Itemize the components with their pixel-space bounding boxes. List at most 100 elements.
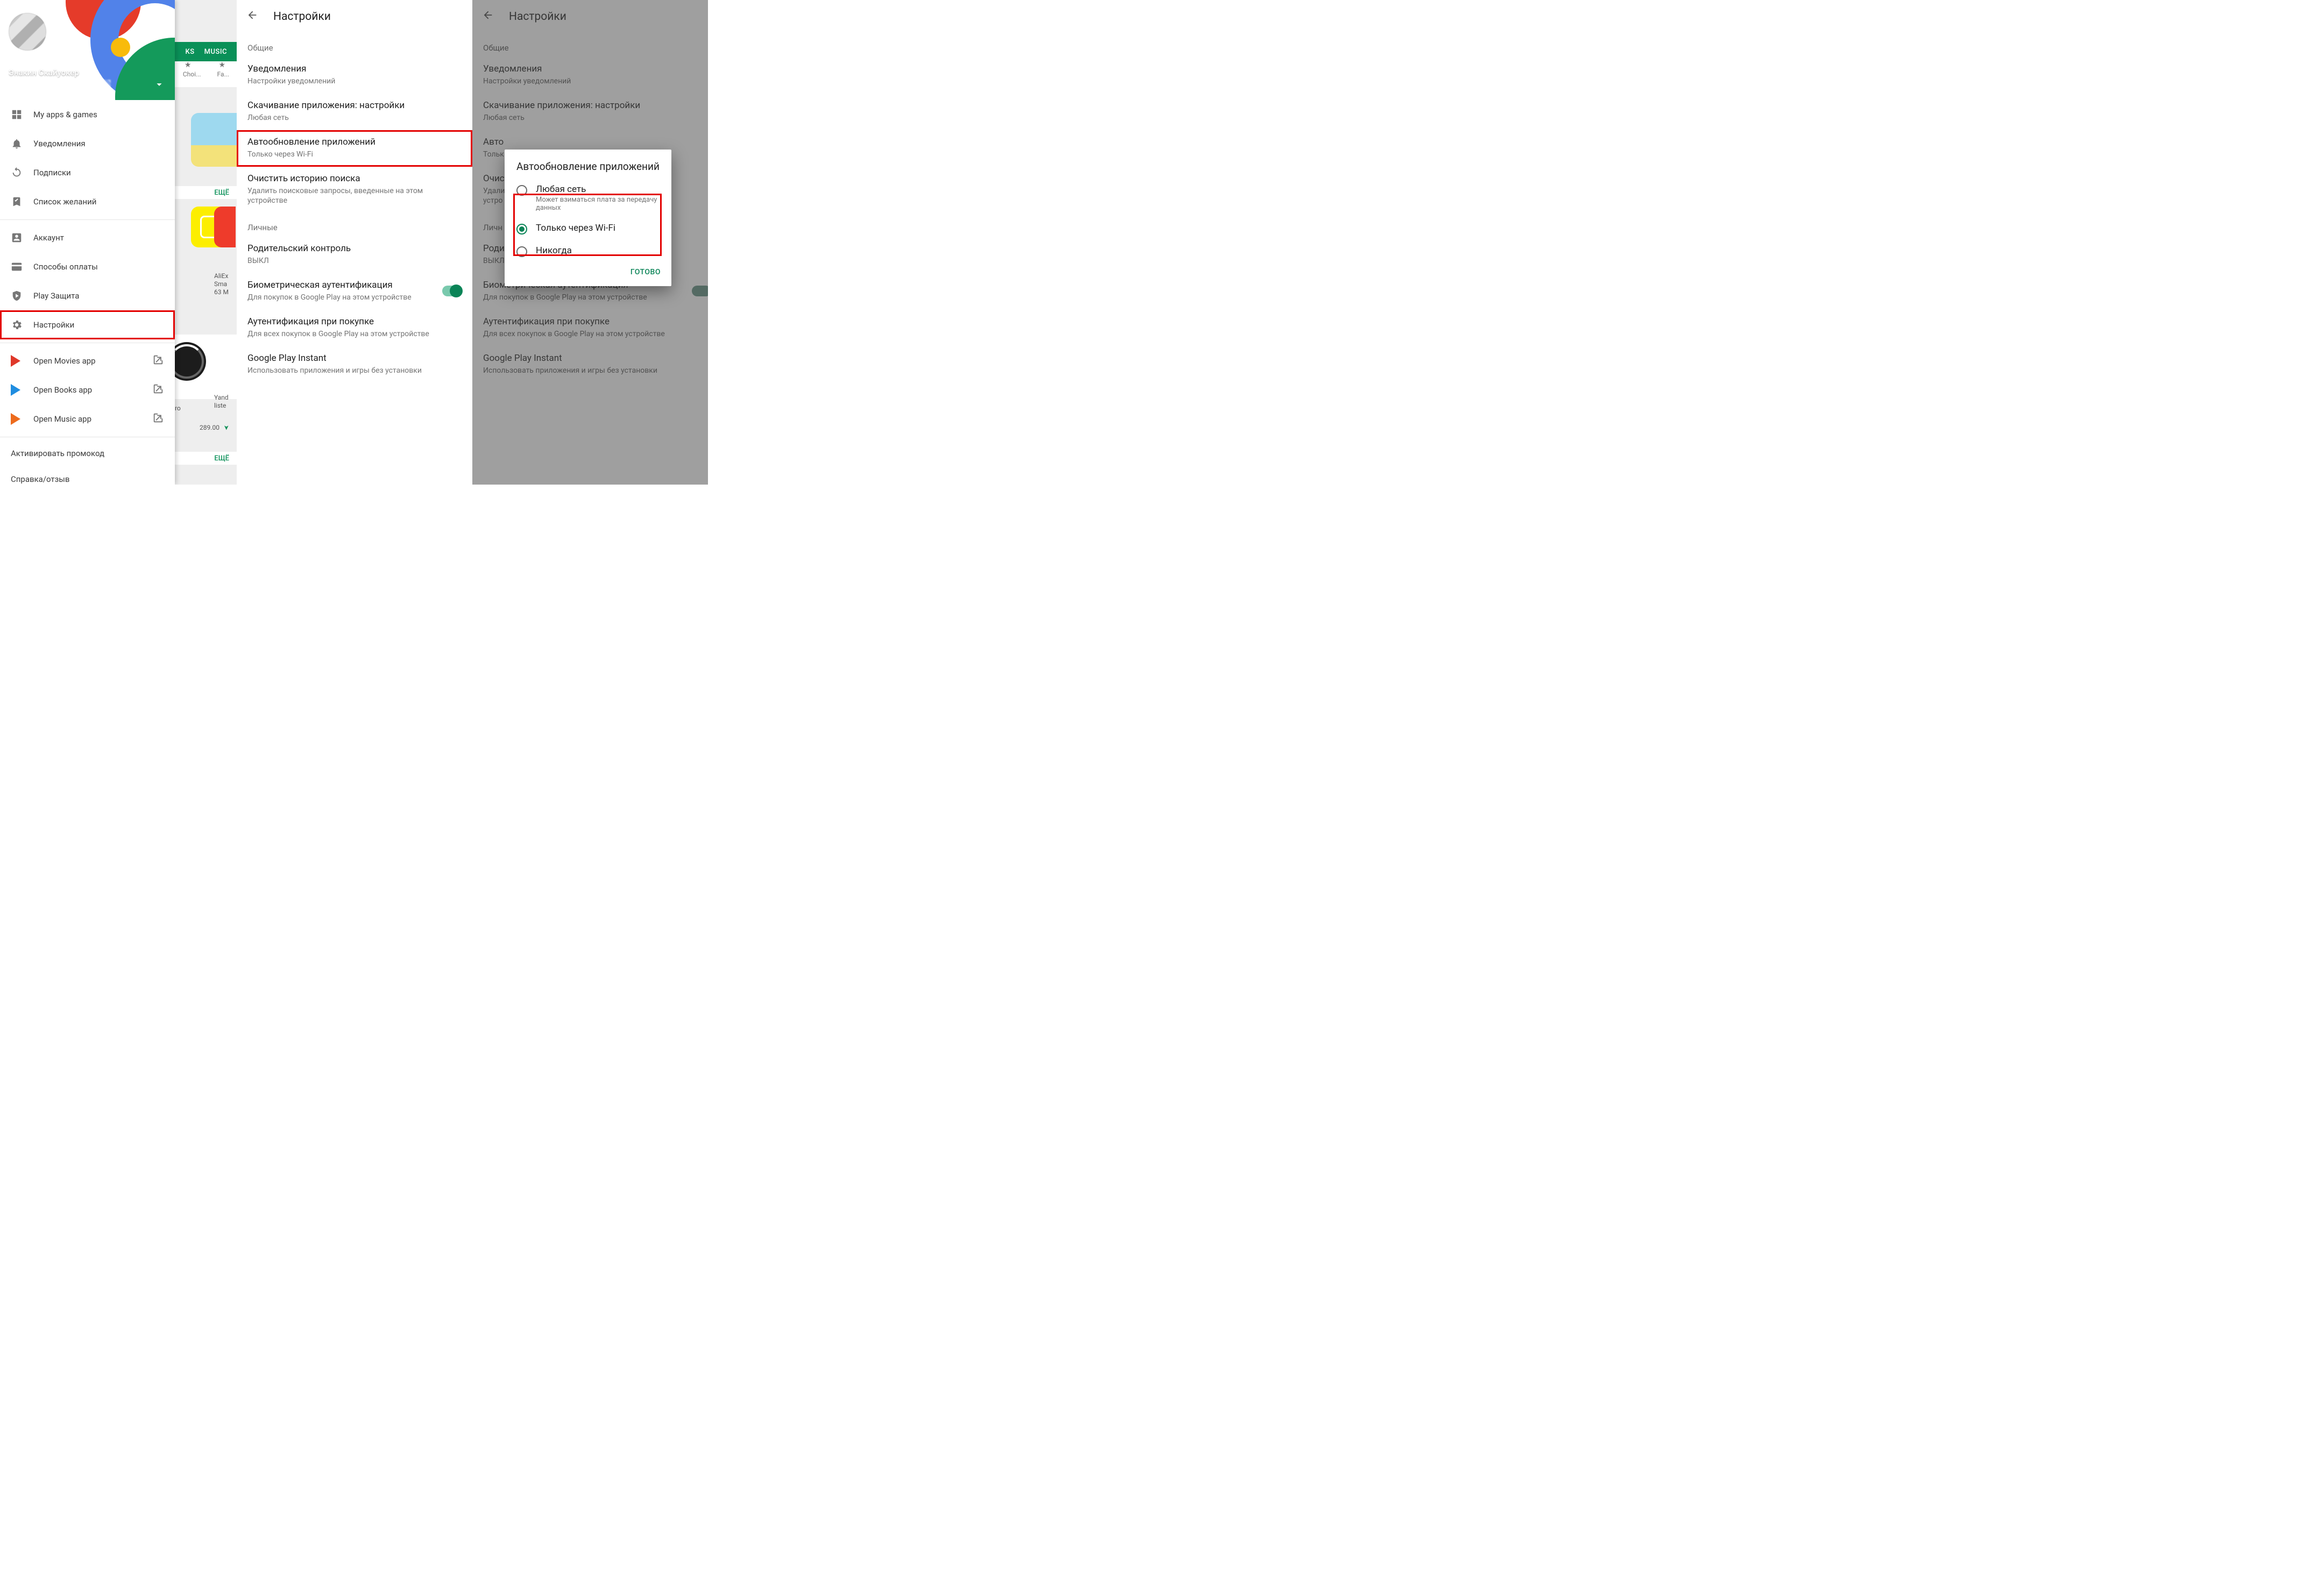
open-external-icon — [152, 354, 164, 368]
drawer-item-music[interactable]: Open Music app — [0, 404, 175, 433]
loading-thumbnail[interactable] — [175, 335, 237, 399]
drawer-item-subscriptions[interactable]: Подписки — [0, 158, 175, 187]
install-icon[interactable]: ➤ — [223, 425, 230, 430]
option-never[interactable]: Никогда — [505, 240, 671, 262]
yandex-label: Yand liste — [214, 394, 229, 410]
avatar[interactable] — [9, 13, 46, 51]
item-title: Аутентификация при покупке — [247, 316, 462, 327]
section-more-1[interactable]: ЕЩЁ — [175, 186, 237, 199]
item-title: Очистить историю поиска — [247, 173, 462, 184]
account-icon — [11, 232, 33, 244]
drawer-item-payment[interactable]: Способы оплаты — [0, 252, 175, 281]
open-external-icon — [152, 383, 164, 397]
user-email-blurred — [9, 80, 111, 87]
shield-play-icon — [11, 290, 33, 302]
section-personal: Личные — [237, 213, 472, 237]
open-external-icon — [152, 412, 164, 426]
item-title: Биометрическая аутентификация — [247, 280, 442, 290]
radio-unchecked-icon — [516, 185, 527, 196]
play-music-icon — [11, 413, 33, 425]
play-books-icon — [11, 384, 33, 396]
item-title: Скачивание приложения: настройки — [247, 100, 462, 111]
drawer-label: My apps & games — [33, 110, 97, 119]
drawer-label: Способы оплаты — [33, 262, 98, 272]
drawer-item-settings[interactable]: Настройки — [0, 310, 175, 339]
item-subtitle: Для всех покупок в Google Play на этом у… — [247, 329, 462, 339]
family[interactable]: Fa... — [217, 70, 229, 78]
price-value: 289.00 — [200, 424, 219, 431]
item-title: Уведомления — [247, 63, 462, 74]
settings-biometric[interactable]: Биометрическая аутентификация Для покупо… — [237, 273, 472, 310]
refresh-icon — [11, 167, 33, 179]
settings-download-pref[interactable]: Скачивание приложения: настройки Любая с… — [237, 94, 472, 130]
editors-choice[interactable]: Choi... — [183, 70, 201, 78]
settings-notifications[interactable]: Уведомления Настройки уведомлений — [237, 57, 472, 94]
drawer-item-books[interactable]: Open Books app — [0, 375, 175, 404]
drawer-item-wishlist[interactable]: Список желаний — [0, 187, 175, 216]
drawer-label: Справка/отзыв — [11, 474, 69, 484]
option-wifi-only[interactable]: Только через Wi-Fi — [505, 217, 671, 240]
option-sublabel: Может взиматься плата за передачу данных — [536, 196, 660, 212]
header: Настройки — [237, 0, 472, 33]
drawer-item-myapps[interactable]: My apps & games — [0, 100, 175, 129]
drawer-item-account[interactable]: Аккаунт — [0, 223, 175, 252]
option-label: Никогда — [536, 245, 660, 256]
drawer-label: Open Books app — [33, 385, 92, 395]
radio-unchecked-icon — [516, 246, 527, 257]
item-title: Google Play Instant — [247, 353, 462, 364]
dialog-done-button[interactable]: ГОТОВО — [505, 262, 671, 282]
store-subtabs: Choi... Fa... — [175, 61, 237, 87]
chevron-down-icon[interactable] — [153, 79, 165, 93]
item-subtitle: Настройки уведомлений — [247, 76, 462, 86]
section-more-2[interactable]: ЕЩЁ — [175, 452, 237, 465]
gear-icon — [11, 319, 33, 331]
nav-drawer: Энакин Скайуокер My apps & games Уведомл… — [0, 0, 175, 485]
item-title: Автообновление приложений — [247, 137, 462, 147]
bell-icon — [11, 138, 33, 150]
screenshot-dialog: Настройки Общие Уведомления Настройки ув… — [472, 0, 708, 485]
drawer-label: Open Movies app — [33, 356, 96, 366]
store-tabs: KS MUSIC — [175, 42, 237, 61]
drawer-item-protect[interactable]: Play Защита — [0, 281, 175, 310]
item-subtitle: Только через Wi-Fi — [247, 150, 462, 159]
page-title: Настройки — [273, 10, 331, 23]
drawer-label: Аккаунт — [33, 233, 64, 243]
back-arrow-icon[interactable] — [246, 9, 258, 24]
drawer-item-movies[interactable]: Open Movies app — [0, 346, 175, 375]
play-movies-icon — [11, 355, 33, 367]
auto-update-dialog: Автообновление приложений Любая сеть Мож… — [505, 150, 671, 286]
screenshot-settings: Настройки Общие Уведомления Настройки ув… — [237, 0, 472, 485]
tab-music[interactable]: MUSIC — [204, 48, 227, 56]
drawer-label: Уведомления — [33, 139, 86, 148]
option-label: Только через Wi-Fi — [536, 223, 660, 233]
aliexpress-label: AliEx Sma 63 M — [214, 272, 229, 296]
tab-ks[interactable]: KS — [185, 48, 194, 56]
drawer-item-notifications[interactable]: Уведомления — [0, 129, 175, 158]
drawer-item-help[interactable]: Справка/отзыв — [0, 466, 175, 485]
dialog-title: Автообновление приложений — [505, 160, 671, 179]
drawer-list: My apps & games Уведомления Подписки Спи… — [0, 100, 175, 485]
settings-purchase-auth[interactable]: Аутентификация при покупке Для всех поку… — [237, 310, 472, 346]
section-general: Общие — [237, 33, 472, 57]
settings-clear-search[interactable]: Очистить историю поиска Удалить поисковы… — [237, 167, 472, 213]
bookmark-icon — [11, 196, 33, 208]
app-thumbnail[interactable] — [191, 113, 237, 167]
ro-label: ro — [175, 404, 181, 412]
price-row: 289.00 ➤ — [175, 424, 237, 431]
settings-parental[interactable]: Родительский контроль ВЫКЛ — [237, 237, 472, 273]
aliexpress-thumbnail[interactable] — [214, 207, 236, 247]
drawer-item-promo[interactable]: Активировать промокод — [0, 440, 175, 466]
drawer-header[interactable]: Энакин Скайуокер — [0, 0, 175, 100]
user-name: Энакин Скайуокер — [9, 68, 79, 77]
settings-instant[interactable]: Google Play Instant Использовать приложе… — [237, 346, 472, 383]
item-title: Родительский контроль — [247, 243, 462, 254]
settings-auto-update[interactable]: Автообновление приложений Только через W… — [237, 130, 472, 167]
drawer-label: Настройки — [33, 320, 74, 330]
toggle-switch[interactable] — [442, 286, 462, 296]
credit-card-icon — [11, 261, 33, 273]
drawer-label: Активировать промокод — [11, 449, 104, 458]
screenshot-drawer: KS MUSIC Choi... Fa... ЕЩЁ AliEx Sma 63 … — [0, 0, 237, 485]
option-any-network[interactable]: Любая сеть Может взиматься плата за пере… — [505, 179, 671, 217]
option-label: Любая сеть — [536, 184, 660, 195]
drawer-label: Список желаний — [33, 197, 96, 207]
